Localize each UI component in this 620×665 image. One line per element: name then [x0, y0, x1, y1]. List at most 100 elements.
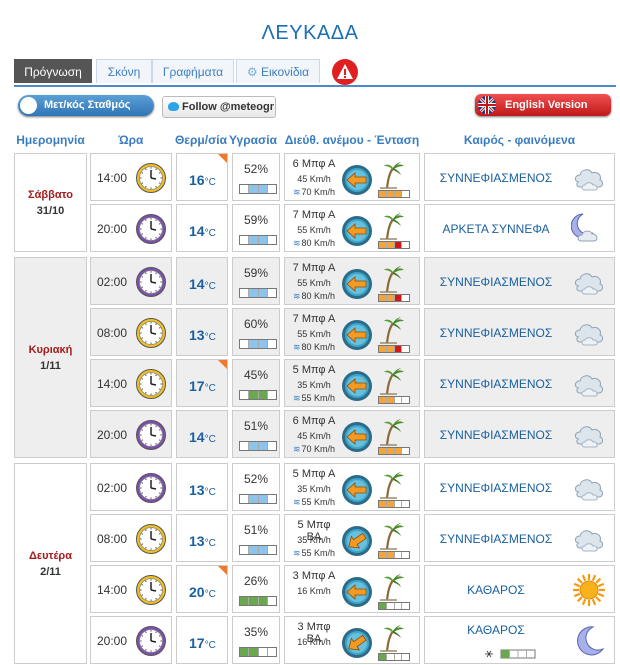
wind-intensity-bar: [378, 653, 410, 661]
wind-gust: 80 Km/h: [289, 291, 339, 302]
time-label: 20:00: [97, 428, 128, 442]
day-name: Σάββατο: [28, 189, 73, 201]
weather-cell: ΚΑΘΑΡΟΣ: [424, 565, 615, 613]
humidity-value: 51%: [243, 523, 269, 537]
temperature-cell: 17°C: [176, 359, 228, 407]
wind-intensity-bar: [378, 241, 410, 249]
humidity-cell: 52%: [232, 463, 280, 511]
humidity-value: 52%: [243, 472, 269, 486]
header-temp: Θερμ/σία: [174, 133, 228, 147]
clock-night-icon: [135, 625, 167, 662]
humidity-value: 51%: [243, 419, 269, 433]
tab-icons-label: Εικονίδια: [260, 65, 310, 79]
humidity-bar: [239, 235, 277, 245]
table-row: 14:00 17°C 45% 5 Μπφ Α 35 Km/h 55 Km/h ΣΥΝΝΕΦΙ…: [90, 359, 615, 407]
table-row: 20:00 14°C 59% 7 Μπφ Α 55 Km/h 80 Km/h ΑΡΚΕΤΑ …: [90, 204, 615, 252]
wind-cell: 7 Μπφ Α 55 Km/h 80 Km/h: [284, 204, 420, 252]
humidity-cell: 59%: [232, 204, 280, 252]
station-button[interactable]: Μετ/κός Σταθμός: [18, 95, 154, 116]
humidity-value: 60%: [243, 317, 269, 331]
wind-speed: 55 Km/h: [297, 225, 331, 235]
warning-icon[interactable]: [331, 58, 359, 86]
temperature-number: 14: [189, 429, 205, 445]
weather-cell: ΣΥΝΝΕΦΙΑΣΜΕΝΟΣ: [424, 410, 615, 458]
wind-intensity-bar: [378, 551, 410, 559]
wind-speed: 45 Km/h: [297, 431, 331, 441]
temperature-cell: 14°C: [176, 257, 228, 305]
wind-intensity-bar: [378, 447, 410, 455]
humidity-cell: 26%: [232, 565, 280, 613]
wind-cell: 3 Μπφ Α 16 Km/h: [284, 565, 420, 613]
wind-direction-icon: [341, 576, 373, 613]
wind-speed: 35 Km/h: [297, 380, 331, 390]
temperature-unit: °C: [204, 383, 216, 394]
header-weather: Καιρός - φαινόμενα: [463, 133, 576, 147]
twitter-follow-button[interactable]: Follow @meteogr: [162, 96, 276, 118]
humidity-cell: 35%: [232, 616, 280, 664]
temperature-cell: 14°C: [176, 204, 228, 252]
wind-intensity-bar: [378, 345, 410, 353]
wind-gust: 70 Km/h: [289, 444, 339, 455]
clock-night-icon: [135, 472, 167, 509]
english-version-button[interactable]: English Version: [475, 94, 611, 116]
tab-icons[interactable]: ⚙ Εικονίδια: [236, 59, 320, 83]
time-cell: 14:00: [90, 565, 172, 613]
wind-cell: 7 Μπφ Α 55 Km/h 80 Km/h: [284, 257, 420, 305]
header-wind: Διεύθ. ανέμου - Ένταση: [284, 133, 420, 147]
weather-cell: ΣΥΝΝΕΦΙΑΣΜΕΝΟΣ: [424, 463, 615, 511]
humidity-bar: [239, 647, 277, 657]
station-icon: [20, 97, 37, 114]
weather-label: ΚΑΘΑΡΟΣ: [467, 583, 525, 597]
tab-dust[interactable]: Σκόνη: [96, 59, 152, 83]
wind-speed: 35 Km/h: [297, 484, 331, 494]
wind-gust: 80 Km/h: [289, 238, 339, 249]
humidity-cell: 51%: [232, 514, 280, 562]
wind-cell: 5 Μπφ ΒΑ35 Km/h55 Km/h: [284, 514, 420, 562]
time-cell: 08:00: [90, 514, 172, 562]
wind-speed: 45 Km/h: [297, 174, 331, 184]
day-date: 31/10: [36, 205, 65, 217]
weather-cell: ΣΥΝΝΕΦΙΑΣΜΕΝΟΣ: [424, 257, 615, 305]
wind-cell: 6 Μπφ Α 45 Km/h 70 Km/h: [284, 153, 420, 201]
follow-button-label: Follow @meteogr: [182, 101, 275, 113]
wind-direction-icon: [341, 268, 373, 305]
temperature-number: 13: [189, 482, 205, 498]
humidity-bar: [239, 494, 277, 504]
weather-label: ΣΥΝΝΕΦΙΑΣΜΕΝΟΣ: [439, 428, 553, 442]
tab-graphs[interactable]: Γραφήματα: [152, 59, 234, 83]
mosquito-icon: [481, 647, 571, 659]
hot-marker-icon: [218, 154, 227, 163]
temperature-cell: 14°C: [176, 410, 228, 458]
wind-gust: 55 Km/h: [289, 497, 339, 508]
wind-beaufort: 7 Μπφ Α: [292, 262, 336, 274]
humidity-value: 26%: [243, 574, 269, 588]
wind-speed: 55 Km/h: [297, 329, 331, 339]
tab-forecast[interactable]: Πρόγνωση: [14, 59, 92, 83]
temperature-cell: 13°C: [176, 514, 228, 562]
humidity-value: 59%: [243, 213, 269, 227]
time-cell: 20:00: [90, 410, 172, 458]
page-title: ΛΕΥΚΑΔΑ: [261, 22, 359, 44]
temperature-value: 13°C: [189, 482, 216, 498]
wind-beaufort: 5 Μπφ Α: [292, 364, 336, 376]
temperature-value: 14°C: [189, 276, 216, 292]
temperature-number: 17: [189, 635, 205, 651]
time-label: 14:00: [97, 171, 128, 185]
wind-intensity-bar: [378, 500, 410, 508]
temperature-value: 16°C: [189, 172, 216, 188]
header-date: Ημερομηνία: [16, 133, 85, 147]
humidity-bar: [239, 596, 277, 606]
wind-intensity-bar: [378, 602, 410, 610]
temperature-value: 17°C: [189, 635, 216, 651]
clock-night-icon: [135, 266, 167, 303]
date-cell: Σάββατο 31/10: [14, 153, 87, 252]
table-row: 14:00 16°C 52% 6 Μπφ Α 45 Km/h 70 Km/h ΣΥΝΝΕΦΙ…: [90, 153, 615, 201]
cloud-icon: [571, 521, 607, 562]
station-button-label: Μετ/κός Σταθμός: [44, 99, 131, 111]
humidity-cell: 52%: [232, 153, 280, 201]
uk-flag-icon: [478, 96, 496, 114]
temperature-value: 13°C: [189, 533, 216, 549]
wind-intensity-bar: [378, 294, 410, 302]
wind-cell: 6 Μπφ Α 45 Km/h 70 Km/h: [284, 410, 420, 458]
time-cell: 14:00: [90, 359, 172, 407]
